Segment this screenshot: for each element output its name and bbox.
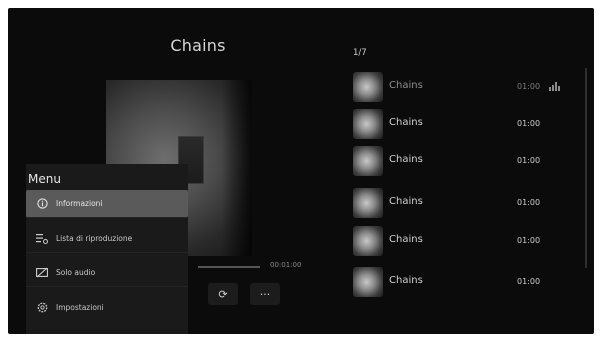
more-icon: ··· bbox=[259, 287, 271, 301]
repeat-icon: ⟳ bbox=[218, 287, 228, 301]
track-name: Chains bbox=[389, 234, 423, 245]
track-thumbnail bbox=[353, 188, 383, 218]
repeat-button[interactable]: ⟳ bbox=[208, 283, 238, 305]
video-title: Chains bbox=[170, 36, 226, 55]
track-duration: 01:00 bbox=[517, 236, 541, 245]
track-name: Chains bbox=[389, 154, 423, 165]
playlist-icon bbox=[36, 233, 48, 245]
menu-item-label: Impostazioni bbox=[56, 302, 104, 312]
menu-item-informazioni[interactable]: Informazioni bbox=[26, 190, 188, 218]
side-menu: Menu Informazioni Lista di riproduzione … bbox=[26, 164, 188, 334]
menu-item-label: Lista di riproduzione bbox=[56, 234, 133, 243]
track-duration: 01:00 bbox=[517, 156, 541, 165]
playlist-item[interactable]: Chains 01:00 bbox=[353, 146, 563, 178]
playlist-scrollbar[interactable] bbox=[585, 68, 587, 268]
more-button[interactable]: ··· bbox=[250, 283, 280, 305]
playlist-counter: 1/7 bbox=[353, 48, 367, 58]
track-duration: 01:00 bbox=[517, 277, 541, 286]
track-duration: 01:00 bbox=[517, 119, 541, 128]
playlist-item[interactable]: Chains 01:00 bbox=[353, 72, 563, 104]
menu-item-label: Informazioni bbox=[56, 199, 103, 208]
track-duration: 01:00 bbox=[517, 82, 541, 91]
playlist-item[interactable]: Chains 01:00 bbox=[353, 109, 563, 141]
settings-icon bbox=[36, 301, 48, 313]
progress-bar[interactable] bbox=[198, 266, 260, 268]
playlist-item[interactable]: Chains 01:00 bbox=[353, 226, 563, 258]
menu-item-lista-di-riproduzione[interactable]: Lista di riproduzione bbox=[26, 225, 188, 253]
track-thumbnail bbox=[353, 226, 383, 256]
track-name: Chains bbox=[389, 275, 423, 286]
video-shade bbox=[222, 80, 252, 256]
track-thumbnail bbox=[353, 146, 383, 176]
track-name: Chains bbox=[389, 117, 423, 128]
track-name: Chains bbox=[389, 196, 423, 207]
tv-screen: Chains 00:01:00 ⟳ ··· Menu Informazioni … bbox=[8, 8, 594, 334]
track-name: Chains bbox=[389, 80, 423, 91]
now-playing-icon bbox=[549, 82, 560, 91]
menu-title: Menu bbox=[28, 172, 61, 186]
audio-only-icon bbox=[36, 267, 48, 279]
menu-item-label: Solo audio bbox=[56, 268, 96, 277]
menu-item-solo-audio[interactable]: Solo audio bbox=[26, 259, 188, 287]
playlist-item[interactable]: Chains 01:00 bbox=[353, 267, 563, 299]
track-duration: 01:00 bbox=[517, 198, 541, 207]
playlist-item[interactable]: Chains 01:00 bbox=[353, 188, 563, 220]
track-thumbnail bbox=[353, 109, 383, 139]
time-end: 00:01:00 bbox=[270, 261, 302, 269]
track-thumbnail bbox=[353, 267, 383, 297]
menu-item-impostazioni[interactable]: Impostazioni bbox=[26, 293, 188, 321]
track-thumbnail bbox=[353, 72, 383, 102]
info-icon bbox=[36, 198, 48, 210]
